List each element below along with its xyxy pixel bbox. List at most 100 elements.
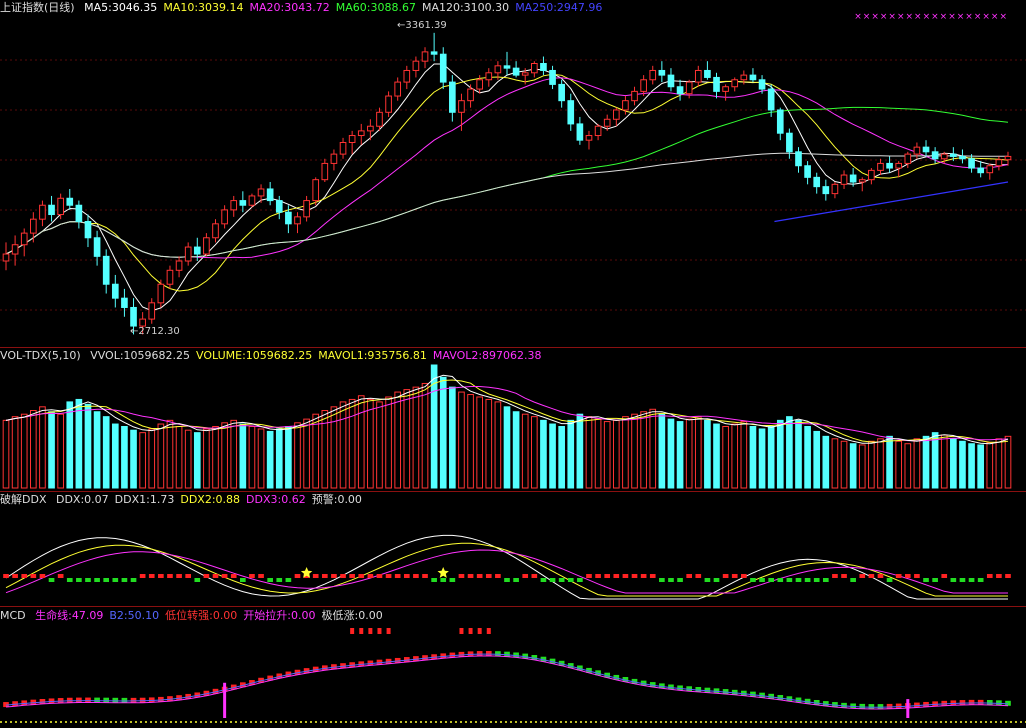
ddx-histogram-bar [595, 574, 601, 578]
volume-bar [266, 430, 274, 489]
candle-body [111, 283, 119, 299]
volume-bar [275, 428, 283, 489]
candle-body [266, 188, 274, 202]
candle-body [121, 297, 128, 308]
candle-body [704, 69, 711, 78]
ddx-histogram-bar [249, 574, 255, 578]
ddx-histogram-bar [668, 578, 674, 582]
ddx-histogram-bar [886, 578, 893, 582]
ddx-histogram-bar [731, 574, 738, 578]
ddx-histogram-bar [39, 574, 46, 578]
candle-body [430, 51, 438, 55]
volume-bar [731, 423, 739, 489]
candle-body [30, 218, 37, 234]
volume-bar [321, 410, 329, 489]
low-label: 2712.30 [138, 326, 180, 337]
candle-body [239, 200, 247, 206]
volume-bar [20, 413, 28, 489]
volume-bar [931, 432, 939, 489]
ddx-histogram-bar [12, 574, 18, 578]
ddx-histogram-bar [258, 574, 264, 578]
ddx-histogram-bar [367, 574, 374, 578]
volume-bar [30, 410, 37, 489]
ddx-histogram-bar [376, 574, 383, 578]
candle-body [312, 179, 320, 202]
candle-body [549, 69, 556, 85]
volume-bar [257, 428, 265, 489]
volume-bar [767, 426, 775, 489]
candle-body [767, 88, 775, 111]
main-panel-title: 上证指数(日线) [0, 1, 75, 14]
volume-bar [540, 419, 547, 489]
volume-bar [622, 416, 629, 489]
ddx-histogram-bar [48, 578, 55, 582]
volume-bar [868, 440, 875, 489]
main-panel-header: 上证指数(日线) MA5:3046.35 MA10:3039.14 MA20:304… [0, 1, 608, 14]
mcd-header-item-4: 极低涨:0.00 [321, 609, 383, 622]
candle-body [940, 153, 948, 160]
candle-body [193, 246, 201, 255]
candle-body [950, 153, 957, 157]
volume-bar [449, 386, 456, 489]
ddx-histogram-bar [85, 578, 91, 582]
volume-bar [831, 438, 839, 489]
ddx-histogram-bar [813, 578, 820, 582]
mcd-header-item-1: B2:50.10 [109, 609, 160, 622]
ddx-histogram-bar [513, 578, 519, 582]
main-header-item-1: MA10:3039.14 [163, 1, 244, 14]
candle-body [658, 69, 666, 76]
mcd-bar [485, 650, 492, 656]
volume-bar [148, 428, 156, 489]
candle-body [421, 51, 429, 62]
ddx-histogram-bar [76, 578, 82, 582]
corner-marks: ×××××××××××××××××× [854, 12, 1008, 22]
volume-bar [950, 438, 957, 489]
ddx-histogram-bar [904, 574, 911, 578]
candle-body [849, 174, 857, 183]
ddx-histogram-bar [877, 574, 884, 578]
volume-bar [749, 426, 757, 489]
volume-bar [649, 408, 657, 489]
candle-body [813, 176, 821, 188]
candle-body [667, 74, 675, 88]
volume-bar [75, 398, 83, 489]
candle-body [913, 146, 921, 155]
volume-bar [822, 435, 830, 489]
candle-body [995, 159, 1003, 167]
volume-bar [603, 421, 611, 489]
ddx-histogram-bar [203, 574, 210, 578]
volume-bar [658, 413, 666, 489]
volume-bar [968, 443, 975, 489]
mcd-bar [877, 704, 884, 710]
candle-body [403, 69, 411, 83]
volume-bar [458, 391, 465, 489]
candle-body [485, 72, 493, 81]
candle-body [449, 81, 456, 113]
candle-body [713, 76, 720, 92]
main-header-item-0: MA5:3046.35 [84, 1, 158, 14]
candle-body [822, 186, 830, 195]
separator-ddx-mcd [0, 606, 1026, 607]
volume-bar [11, 416, 19, 489]
candle-body [367, 125, 374, 132]
volume-bar [485, 398, 493, 489]
ddx-histogram-bar [394, 574, 401, 578]
candle-body [357, 130, 365, 137]
mcd-header-item-3: 开始拉升:0.00 [243, 609, 316, 622]
ddx-histogram-bar [331, 574, 337, 578]
ddx-histogram-bar [649, 574, 656, 578]
ddx-histogram-bar [704, 578, 711, 582]
volume-bar [594, 418, 602, 489]
ddx-histogram-bar [321, 574, 328, 578]
volume-bar [567, 419, 575, 489]
volume-bar [285, 426, 292, 489]
candle-body [93, 237, 101, 257]
ddx-histogram-bar [467, 574, 474, 578]
candle-body [476, 79, 483, 90]
candle-body [175, 260, 183, 271]
candle-body [886, 162, 893, 169]
mcd-signal-red [468, 628, 473, 634]
separator-vol-ddx [0, 491, 1026, 492]
mcd-bar [950, 700, 957, 706]
candle-body [412, 60, 420, 71]
